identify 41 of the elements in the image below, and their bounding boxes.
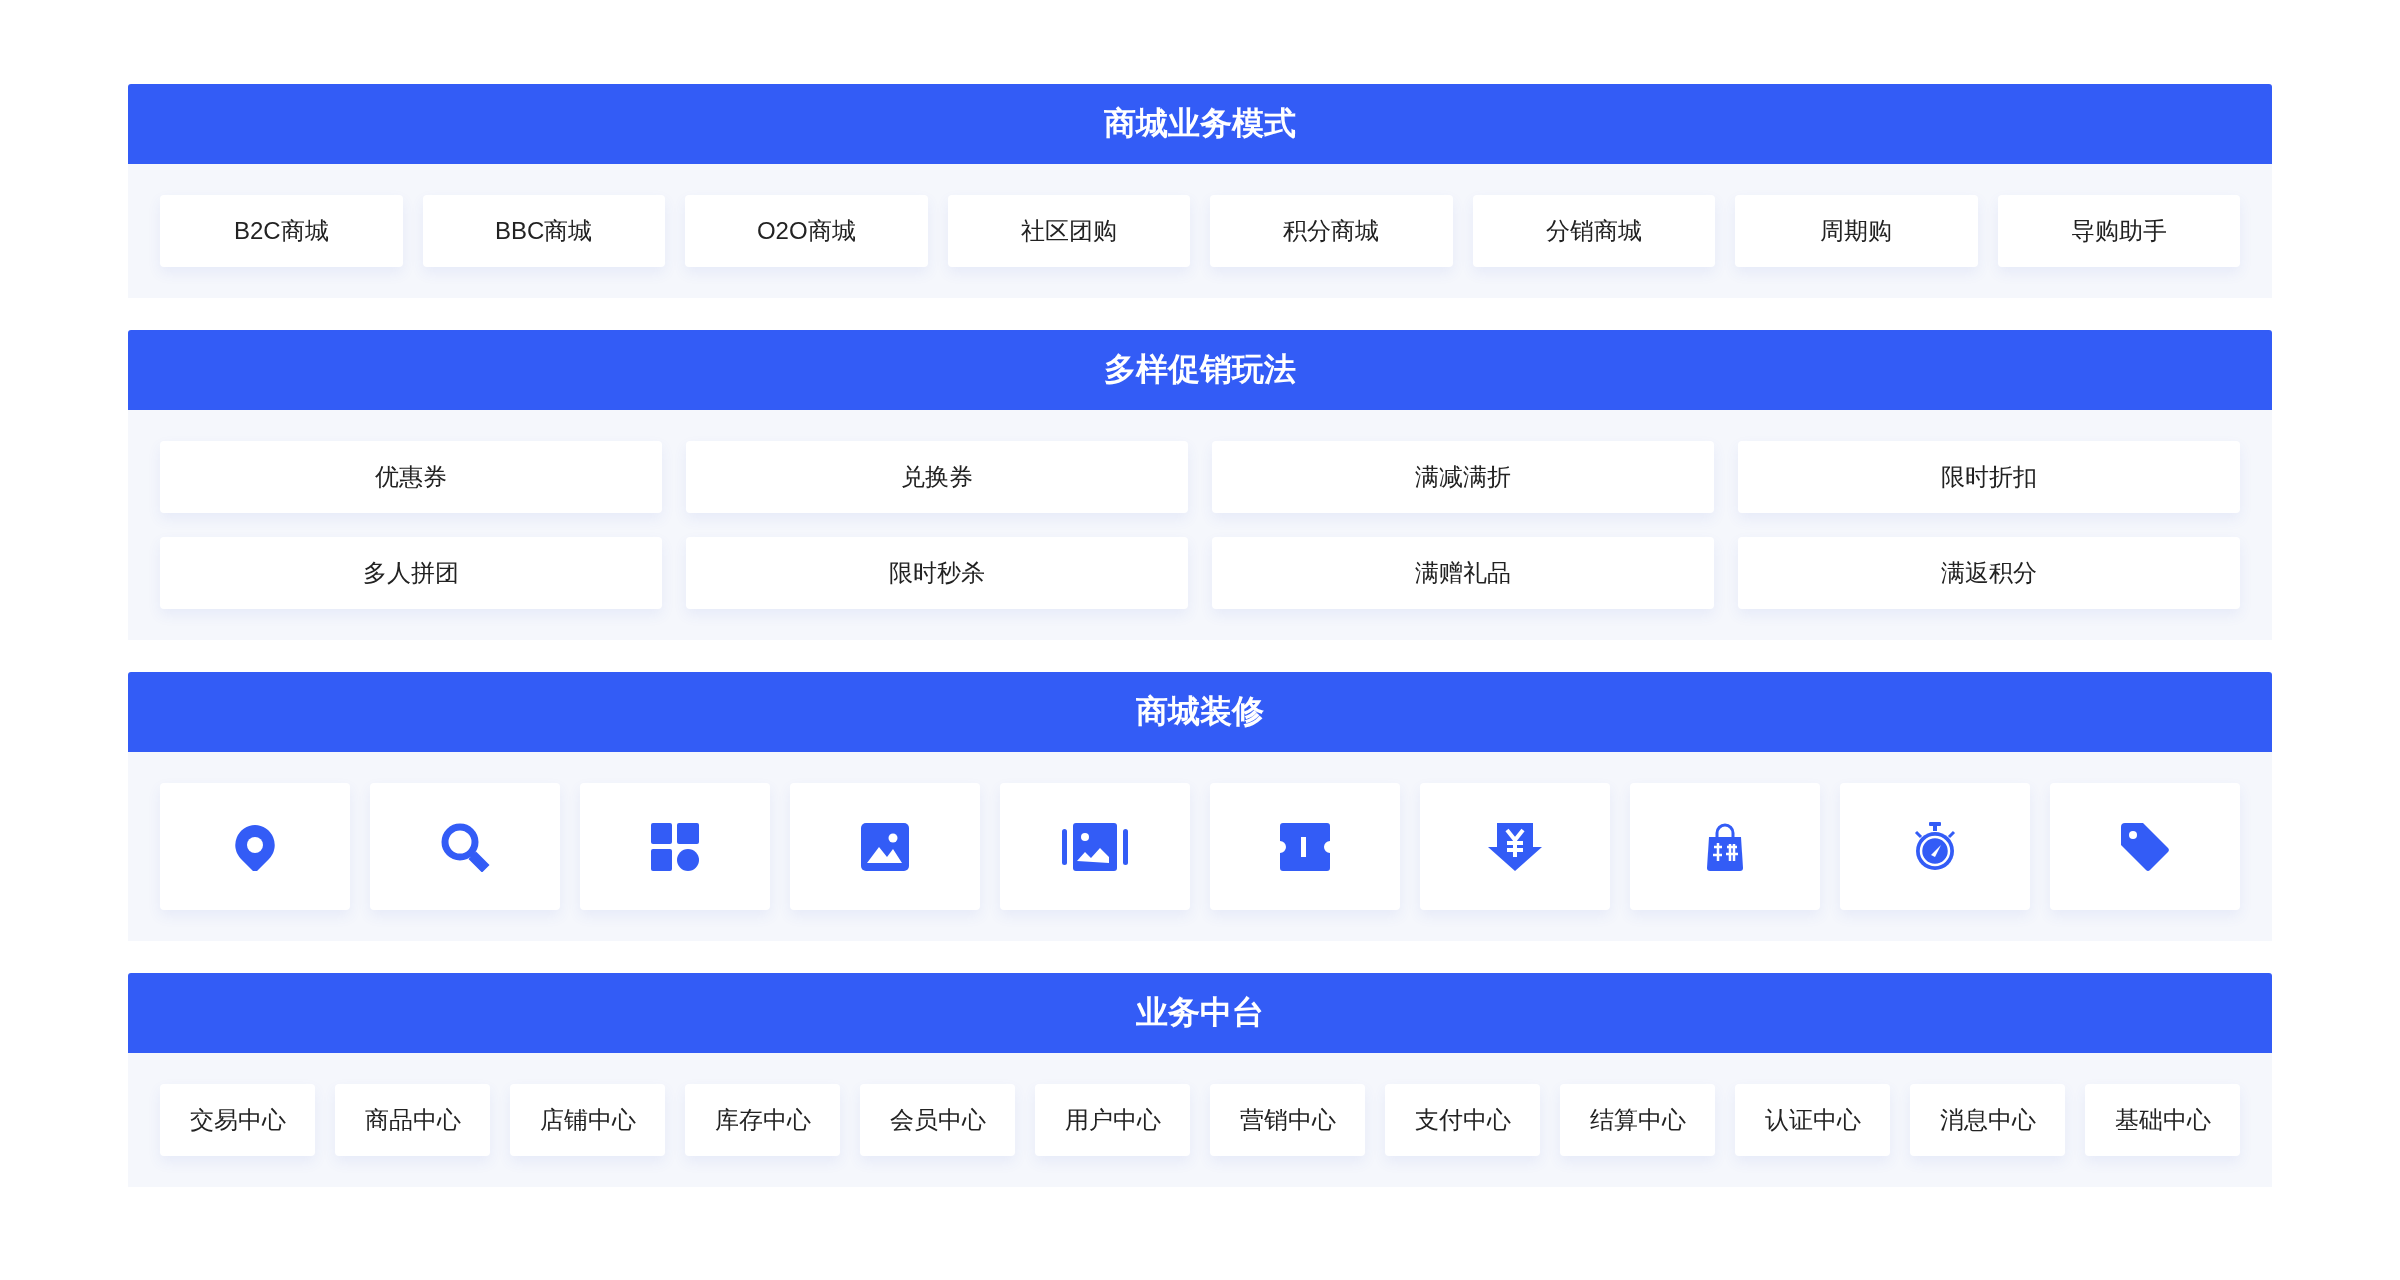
feature-card: 限时秒杀 bbox=[686, 537, 1188, 609]
feature-card: 满减满折 bbox=[1212, 441, 1714, 513]
feature-card: 社区团购 bbox=[947, 195, 1190, 267]
feature-card: 满赠礼品 bbox=[1212, 537, 1714, 609]
feature-card: 结算中心 bbox=[1560, 1084, 1715, 1156]
feature-card: 积分商城 bbox=[1210, 195, 1453, 267]
feature-card: 优惠券 bbox=[160, 441, 662, 513]
ticket-icon bbox=[1280, 822, 1330, 871]
image-icon bbox=[861, 822, 909, 871]
feature-card: 导购助手 bbox=[1997, 195, 2240, 267]
feature-card: 店铺中心 bbox=[510, 1084, 665, 1156]
section-header: 商城业务模式 bbox=[128, 84, 2272, 164]
section-header: 商城装修 bbox=[128, 672, 2272, 752]
section-header: 多样促销玩法 bbox=[128, 330, 2272, 410]
tag-icon bbox=[2121, 822, 2169, 871]
feature-card: 用户中心 bbox=[1035, 1084, 1190, 1156]
location-pin-icon bbox=[233, 822, 277, 871]
feature-card: 支付中心 bbox=[1385, 1084, 1540, 1156]
gallery-icon bbox=[1062, 822, 1128, 871]
feature-card: 限时折扣 bbox=[1738, 441, 2240, 513]
feature-card: 会员中心 bbox=[860, 1084, 1015, 1156]
feature-card: 交易中心 bbox=[160, 1084, 315, 1156]
section-header: 业务中台 bbox=[128, 973, 2272, 1053]
feature-card: 分销商城 bbox=[1472, 195, 1715, 267]
feature-card: 满返积分 bbox=[1738, 537, 2240, 609]
feature-card: B2C商城 bbox=[160, 195, 403, 267]
feature-card: 多人拼团 bbox=[160, 537, 662, 609]
feature-card: BBC商城 bbox=[422, 195, 665, 267]
feature-card: 周期购 bbox=[1735, 195, 1978, 267]
feature-card: 营销中心 bbox=[1210, 1084, 1365, 1156]
search-icon bbox=[440, 821, 490, 872]
grid-icon bbox=[651, 822, 699, 871]
feature-card: 兑换券 bbox=[686, 441, 1188, 513]
feature-card: O2O商城 bbox=[685, 195, 928, 267]
feature-card: 基础中心 bbox=[2085, 1084, 2240, 1156]
shopping-bag-icon bbox=[1705, 822, 1745, 871]
feature-card: 商品中心 bbox=[335, 1084, 490, 1156]
feature-card: 认证中心 bbox=[1735, 1084, 1890, 1156]
feature-card: 库存中心 bbox=[685, 1084, 840, 1156]
yen-arrow-icon bbox=[1488, 822, 1542, 871]
feature-card: 消息中心 bbox=[1910, 1084, 2065, 1156]
